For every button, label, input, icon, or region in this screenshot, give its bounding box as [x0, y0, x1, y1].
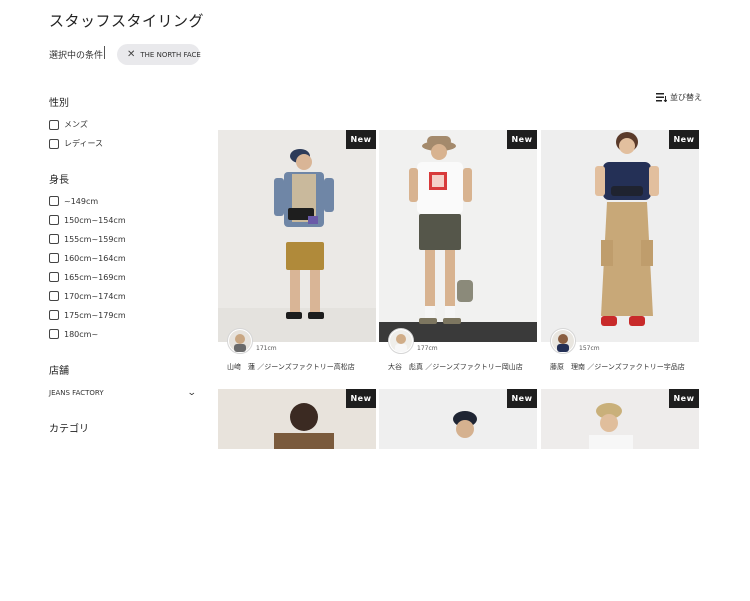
style-photo[interactable]	[218, 130, 376, 342]
checkbox[interactable]	[49, 234, 59, 244]
sort-label: 並び替え	[670, 93, 702, 102]
staff-height: 171cm	[256, 345, 277, 352]
filter-option-height[interactable]: 180cm~	[49, 329, 98, 339]
filter-option-label: 150cm~154cm	[64, 215, 126, 225]
staff-name-store[interactable]: 山﨑 蓮 ／ジーンズファクトリー高松店	[227, 362, 355, 372]
filter-option-label: 155cm~159cm	[64, 234, 126, 244]
style-photo[interactable]	[379, 130, 537, 342]
checkbox[interactable]	[49, 329, 59, 339]
checkbox[interactable]	[49, 272, 59, 282]
filter-option-label: 160cm~164cm	[64, 253, 126, 263]
close-icon[interactable]: ✕	[127, 49, 135, 60]
style-photo[interactable]	[379, 389, 537, 601]
checkbox[interactable]	[49, 196, 59, 206]
chevron-down-icon[interactable]: ⌄	[187, 388, 197, 398]
checkbox[interactable]	[49, 310, 59, 320]
filter-chip-brand[interactable]: ✕ THE NORTH FACE	[117, 44, 201, 65]
filter-option-label: 170cm~174cm	[64, 291, 126, 301]
staff-name-store[interactable]: 藤原 理南 ／ジーンズファクトリー宇品店	[550, 362, 685, 372]
filter-chip-label: THE NORTH FACE	[140, 50, 201, 59]
store-select[interactable]: JEANS FACTORY ⌄	[49, 388, 197, 398]
new-badge: New	[507, 130, 537, 149]
store-select-value: JEANS FACTORY	[49, 389, 104, 397]
filter-option-label: 175cm~179cm	[64, 310, 126, 320]
checkbox[interactable]	[49, 119, 59, 130]
checkbox[interactable]	[49, 291, 59, 301]
style-photo[interactable]	[541, 130, 699, 342]
filter-option-label: レディース	[64, 139, 104, 148]
style-photo[interactable]	[218, 389, 376, 601]
filter-option-height[interactable]: 155cm~159cm	[49, 234, 126, 244]
new-badge: New	[669, 389, 699, 408]
new-badge: New	[346, 130, 376, 149]
filter-option-height[interactable]: 150cm~154cm	[49, 215, 126, 225]
filter-title-gender: 性別	[49, 98, 69, 109]
sort-button[interactable]: 並び替え	[656, 92, 702, 103]
filter-title-store: 店舗	[49, 366, 69, 377]
filter-option-label: 165cm~169cm	[64, 272, 126, 282]
checkbox[interactable]	[49, 253, 59, 263]
filter-option-height[interactable]: 170cm~174cm	[49, 291, 126, 301]
avatar[interactable]	[227, 328, 253, 354]
page-title: スタッフスタイリング	[49, 12, 205, 30]
filter-option-mens[interactable]: メンズ	[49, 119, 88, 130]
checkbox[interactable]	[49, 138, 59, 149]
staff-name-store[interactable]: 大谷 彪真 ／ジーンズファクトリー岡山店	[388, 362, 523, 372]
avatar[interactable]	[550, 328, 576, 354]
filter-option-ladies[interactable]: レディース	[49, 138, 103, 149]
staff-height: 177cm	[417, 345, 438, 352]
checkbox[interactable]	[49, 215, 59, 225]
new-badge: New	[346, 389, 376, 408]
new-badge: New	[507, 389, 537, 408]
new-badge: New	[669, 130, 699, 149]
filter-option-height[interactable]: 175cm~179cm	[49, 310, 126, 320]
filter-option-height[interactable]: ~149cm	[49, 196, 98, 206]
staff-height: 157cm	[579, 345, 600, 352]
filter-title-height: 身長	[49, 175, 69, 186]
style-photo[interactable]	[541, 389, 699, 601]
filter-option-label: 180cm~	[64, 329, 99, 339]
filter-option-label: ~149cm	[64, 196, 99, 206]
filter-option-height[interactable]: 160cm~164cm	[49, 253, 126, 263]
filter-title-category: カテゴリ	[49, 424, 89, 435]
divider	[104, 46, 105, 59]
filter-option-label: メンズ	[64, 120, 88, 129]
sort-icon	[656, 93, 667, 102]
filter-option-height[interactable]: 165cm~169cm	[49, 272, 126, 282]
avatar[interactable]	[388, 328, 414, 354]
selected-conditions-label: 選択中の条件	[49, 51, 104, 61]
